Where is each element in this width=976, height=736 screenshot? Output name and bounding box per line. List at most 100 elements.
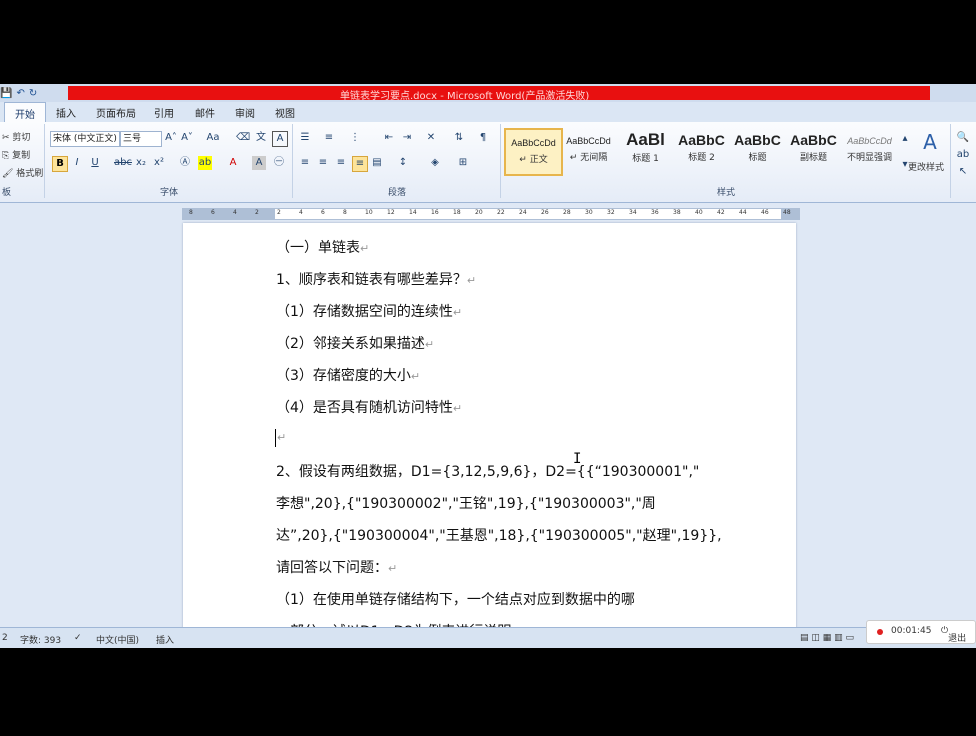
doc-paragraph[interactable]: （3）存储密度的大小↵ [276,365,420,385]
styles-scroll-icon[interactable]: ▴ [898,132,912,146]
status-insert-mode[interactable]: 插入 [156,633,174,646]
style-heading2[interactable]: AaBbC 标题 2 [674,128,729,172]
text-effects-icon[interactable]: Ⓐ [178,156,192,170]
change-styles-button[interactable]: 更改样式 [908,160,944,173]
align-left-icon[interactable]: ≡ [298,156,312,170]
bullets-icon[interactable]: ☰ [298,131,312,145]
ruler-tick: 6 [321,209,325,216]
replace-icon[interactable]: ab [956,148,970,162]
style-normal[interactable]: AaBbCcDd ↵ 正文 [504,128,563,176]
format-painter-button[interactable]: 🖌 格式刷 [2,166,43,179]
tab-references[interactable]: 引用 [154,105,174,120]
horizontal-ruler[interactable]: 8 6 4 2 2 4 6 8 10 12 14 16 18 20 22 24 26 28 30 32 34 36 38 40… [182,208,800,220]
doc-paragraph[interactable]: （1）在使用单链存储结构下，一个结点对应到数据中的哪 [276,589,635,609]
ruler-tick: 28 [563,209,571,216]
status-language[interactable]: 中文(中国) [96,633,139,646]
view-buttons-icon[interactable]: ▤ ◫ ▦ ▥ ▭ [800,633,854,643]
ruler-tick: 2 [277,209,281,216]
distributed-icon[interactable]: ▤ [370,156,384,170]
doc-paragraph[interactable]: 1、顺序表和链表有哪些差异？↵ [276,269,476,289]
ruler-left-margin [183,209,275,219]
tab-review[interactable]: 审阅 [235,105,255,120]
justify-icon[interactable]: ≡ [352,156,368,172]
document-area[interactable]: （一）单链表↵ 1、顺序表和链表有哪些差异？↵ （1）存储数据空间的连续性↵ （… [0,221,976,633]
doc-paragraph[interactable]: 达”,20},{"190300004","王基恩",18},{"19030000… [276,525,722,545]
chinese-layout-icon[interactable]: ✕ [424,131,438,145]
numbering-icon[interactable]: ≡ [322,131,336,145]
style-title[interactable]: AaBbC 标题 [730,128,785,172]
ruler-tick: 6 [211,209,215,216]
undo-icon[interactable]: ↶ [16,88,24,99]
save-icon[interactable]: 💾 [0,88,12,99]
doc-paragraph[interactable]: 李想",20},{"190300002","王铭",19},{"19030000… [276,493,656,513]
title-bar: 💾 ↶ ↻ 单链表学习要点.docx - Microsoft Word(产品激活… [0,84,976,102]
doc-paragraph[interactable]: （4）是否具有随机访问特性↵ [276,397,462,417]
ruler-tick: 18 [453,209,461,216]
cut-button[interactable]: ✂ 剪切 [2,130,30,143]
record-exit-button[interactable]: ⏻ 退出 [941,626,966,644]
multilevel-list-icon[interactable]: ⋮ [348,131,362,145]
doc-paragraph-empty[interactable]: ↵ [277,429,286,445]
grow-font-icon[interactable]: A˄ [164,131,178,145]
bold-button[interactable]: B [52,156,68,172]
ruler-tick: 36 [651,209,659,216]
ruler-tick: 42 [717,209,725,216]
italic-button[interactable]: I [70,156,84,170]
increase-indent-icon[interactable]: ⇥ [400,131,414,145]
align-center-icon[interactable]: ≡ [316,156,330,170]
font-color-icon[interactable]: A [226,156,240,170]
highlight-icon[interactable]: ab [198,156,212,170]
change-case-icon[interactable]: Aa [206,131,220,145]
align-right-icon[interactable]: ≡ [334,156,348,170]
doc-paragraph[interactable]: （2）邻接关系如果描述↵ [276,333,434,353]
char-border-icon[interactable]: A [272,131,288,147]
paragraph-group-label: 段落 [387,188,406,198]
tab-mailings[interactable]: 邮件 [195,105,215,120]
doc-paragraph[interactable]: （1）存储数据空间的连续性↵ [276,301,462,321]
style-no-spacing[interactable]: AaBbCcDd ↵ 无间隔 [561,128,616,172]
shrink-font-icon[interactable]: A˅ [180,131,194,145]
tab-page-layout[interactable]: 页面布局 [96,105,136,120]
select-icon[interactable]: ↖ [956,165,970,179]
redo-icon[interactable]: ↻ [29,88,37,99]
status-page[interactable]: 2 [2,633,8,643]
underline-button[interactable]: U [88,156,102,170]
styles-group: AaBbCcDd ↵ 正文 AaBbCcDd ↵ 无间隔 AaBl 标题 1 A… [502,124,951,198]
doc-paragraph[interactable]: 请回答以下问题：↵ [276,557,397,577]
char-shading-icon[interactable]: A [252,156,266,170]
borders-icon[interactable]: ⊞ [456,156,470,170]
mouse-ibeam-cursor: I [573,451,582,467]
record-dot-icon [877,629,883,635]
strikethrough-button[interactable]: abc [114,156,132,170]
sort-icon[interactable]: ⇅ [452,131,466,145]
ruler-tick: 22 [497,209,505,216]
superscript-button[interactable]: x² [152,156,166,170]
ruler-tick: 4 [233,209,237,216]
phonetic-guide-icon[interactable]: 文 [254,131,268,145]
enclose-char-icon[interactable]: ㊀ [272,156,286,170]
line-spacing-icon[interactable]: ↕ [396,156,410,170]
style-subtle-emphasis[interactable]: AaBbCcDd 不明显强调 [842,128,897,172]
copy-button[interactable]: ⎘ 复制 [2,148,30,161]
ruler-tick: 32 [607,209,615,216]
shading-icon[interactable]: ◈ [428,156,442,170]
tab-insert[interactable]: 插入 [56,105,76,120]
ruler-tick: 46 [761,209,769,216]
proofing-icon[interactable]: ✓ [74,633,82,643]
status-word-count[interactable]: 字数: 393 [20,633,61,646]
show-marks-icon[interactable]: ¶ [476,131,490,145]
style-subtitle[interactable]: AaBbC 副标题 [786,128,841,172]
document-page[interactable]: （一）单链表↵ 1、顺序表和链表有哪些差异？↵ （1）存储数据空间的连续性↵ （… [183,223,796,633]
decrease-indent-icon[interactable]: ⇤ [382,131,396,145]
ruler-tick: 8 [343,209,347,216]
font-size-select[interactable]: 三号 [120,131,162,147]
clear-format-icon[interactable]: ⌫ [236,131,250,145]
find-icon[interactable]: 🔍 [956,131,970,145]
subscript-button[interactable]: x₂ [134,156,148,170]
doc-paragraph[interactable]: （一）单链表↵ [276,237,369,257]
tab-view[interactable]: 视图 [275,105,295,120]
font-name-select[interactable]: 宋体 (中文正文) [50,131,120,147]
doc-paragraph[interactable]: 2、假设有两组数据，D1={3,12,5,9,6}，D2={{“19030000… [276,461,699,481]
change-styles-icon[interactable]: A [920,130,940,154]
style-heading1[interactable]: AaBl 标题 1 [618,128,673,172]
